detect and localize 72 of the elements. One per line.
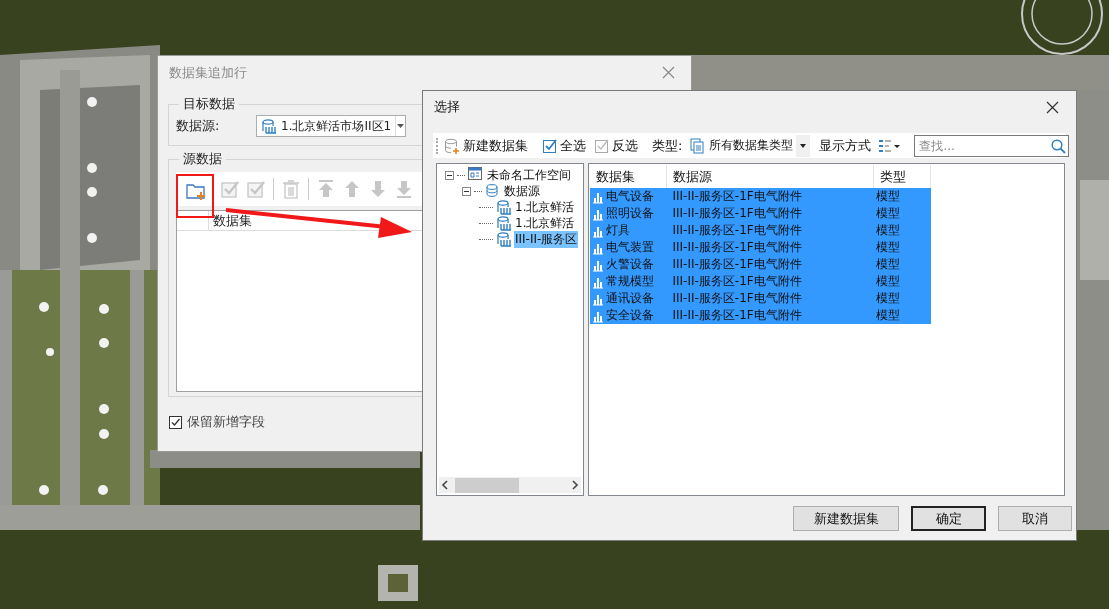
database-icon [261, 117, 277, 135]
display-mode-button[interactable] [878, 138, 901, 153]
tree-item[interactable]: 未命名工作空间 [486, 166, 572, 184]
caret-icon [397, 124, 405, 128]
table-cell: III-II-服务区-1F电气附件 [672, 291, 802, 305]
select-all-button[interactable]: 全选 [542, 136, 586, 155]
column-header: 数据集 [208, 211, 252, 230]
chevron-left-icon[interactable] [439, 479, 451, 491]
type-label: 类型: [652, 136, 683, 155]
tree-item[interactable]: 数据源 [503, 182, 541, 200]
invert-selection-button[interactable]: 反选 [594, 136, 638, 155]
cancel-button[interactable]: 取消 [998, 506, 1072, 531]
field-label: 数据源: [176, 117, 221, 135]
chevron-right-icon[interactable] [569, 479, 581, 491]
dialog-title: 数据集追加行 [169, 63, 247, 82]
table-cell: 模型 [875, 223, 900, 237]
collapse-icon[interactable] [462, 186, 471, 196]
database-icon [496, 231, 511, 247]
table-cell: III-II-服务区-1F电气附件 [672, 240, 802, 254]
type-dropdown[interactable]: 所有数据集类型 [690, 134, 817, 157]
concrete-block-drawing [378, 565, 418, 601]
close-icon[interactable] [1046, 100, 1059, 114]
collapse-icon[interactable] [445, 170, 454, 180]
table-cell: 常规模型 [606, 273, 654, 290]
table-cell: 安全设备 [606, 307, 654, 324]
tree-item[interactable]: 1.北京鲜活 [514, 214, 576, 232]
table-cell: 模型 [875, 206, 900, 220]
datasource-dropdown[interactable]: 1.北京鲜活市场II区1 [256, 115, 406, 137]
arrow-to-top-icon [316, 178, 336, 200]
caret-icon [800, 143, 807, 148]
table-cell: 模型 [875, 240, 900, 254]
search-field[interactable]: 查找... [914, 134, 1070, 157]
group-title: 目标数据 [182, 95, 236, 113]
trash-icon [281, 178, 301, 200]
ok-button[interactable]: 确定 [911, 506, 986, 531]
table-cell: 照明设备 [606, 205, 654, 222]
table-cell: III-II-服务区-1F电气附件 [672, 274, 802, 288]
search-icon [1051, 138, 1067, 154]
tree-item[interactable]: III-II-服务区 [514, 230, 579, 248]
table-cell: 电气设备 [606, 188, 654, 205]
table-cell: 模型 [875, 308, 900, 322]
display-mode-label: 显示方式 [819, 136, 872, 155]
new-dataset-button[interactable]: 新建数据集 [793, 506, 899, 531]
checkbox[interactable] [169, 415, 182, 429]
table-cell: 灯具 [606, 222, 630, 239]
database-plus-icon [444, 137, 460, 154]
table-cell: III-II-服务区-1F电气附件 [672, 308, 802, 322]
table-cell: 模型 [875, 257, 900, 271]
compass-ring-icon[interactable] [1021, 0, 1103, 55]
checkbox-label: 保留新增字段 [187, 413, 265, 431]
table-cell: III-II-服务区-1F电气附件 [672, 257, 802, 271]
database-icon [485, 183, 500, 199]
table-cell: III-II-服务区-1F电气附件 [672, 223, 802, 237]
workspace-icon [468, 167, 483, 183]
tree-item[interactable]: 1.北京鲜活 [514, 198, 576, 216]
table-cell: 模型 [875, 274, 900, 288]
list-view-icon [878, 138, 901, 153]
arrow-to-bottom-icon [394, 178, 414, 200]
table-cell: 模型 [875, 291, 900, 305]
table-cell: III-II-服务区-1F电气附件 [672, 189, 802, 203]
group-title: 源数据 [182, 150, 223, 168]
table-cell: 电气装置 [606, 239, 654, 256]
dialog-title: 选择 [434, 98, 460, 116]
horizontal-scrollbar[interactable] [439, 477, 581, 493]
database-icon [496, 199, 511, 215]
new-dataset-button[interactable]: 新建数据集 [444, 136, 528, 155]
table-cell: 模型 [875, 189, 900, 203]
documents-icon [690, 137, 707, 154]
table-cell: 火警设备 [606, 256, 654, 273]
table-cell: 通讯设备 [606, 290, 654, 307]
database-icon [496, 215, 511, 231]
table-cell: III-II-服务区-1F电气附件 [672, 206, 802, 220]
